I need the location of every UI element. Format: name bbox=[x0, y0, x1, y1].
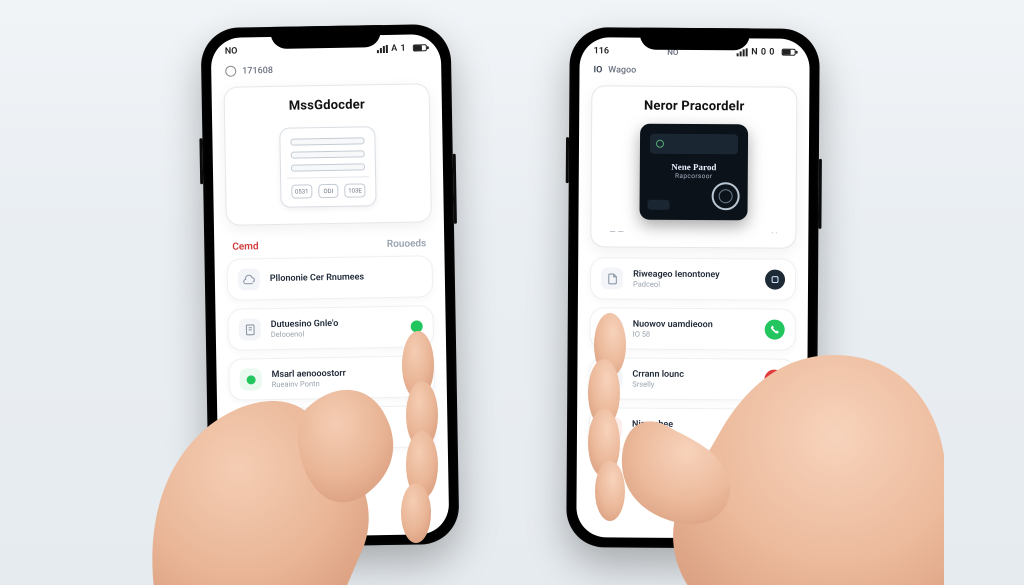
list-item-text: Nimochee Lamoen bbox=[632, 419, 754, 439]
hero-foot-right: · · bbox=[771, 229, 777, 238]
screen-right: 116 NO N 0 0 IO Wagoo Neror Pracordelr N… bbox=[576, 37, 809, 539]
device-top-strip bbox=[650, 134, 738, 155]
notch bbox=[270, 25, 380, 49]
battery-icon bbox=[413, 44, 427, 51]
screen-left: NO A 1 171608 MssGdocder 0531 ODI 103 bbox=[211, 34, 450, 538]
subheader: 171608 bbox=[211, 62, 441, 81]
list-item-title: Pllononie Cer Rnumees bbox=[270, 271, 422, 284]
list-item-sub: Padceol bbox=[633, 279, 755, 289]
list-item[interactable]: Nimochee Lamoen ✓ bbox=[589, 407, 795, 450]
list-item-title: Nuowov uamdieoon bbox=[633, 319, 755, 330]
hero-footer: — — · · bbox=[605, 227, 781, 237]
list-item[interactable]: Pllononie Cer Rnumees bbox=[227, 255, 434, 301]
recording-list: Riweageo Ienontoney Padceol Nuowov uamdi… bbox=[577, 257, 808, 451]
clock-icon bbox=[600, 367, 622, 389]
list-item-sub: Delooenol bbox=[271, 327, 401, 338]
signal-icon bbox=[376, 45, 388, 53]
form-knob-row: 0531 ODI 103E bbox=[291, 183, 365, 198]
hero-foot-left: — — bbox=[609, 227, 624, 236]
device-dial-icon bbox=[712, 182, 740, 210]
form-line bbox=[291, 150, 365, 158]
hero-title: MssGdocder bbox=[239, 96, 415, 114]
list-item-sub: Srselly bbox=[632, 379, 754, 389]
status-dot-green bbox=[411, 320, 423, 332]
list-item-text: Riweageo Ienontoney Padceol bbox=[633, 269, 755, 289]
list-item-sub: Rueainv Pontn bbox=[272, 377, 394, 388]
status-indicators: N 0 0 bbox=[736, 47, 795, 57]
accept-button[interactable]: ✓ bbox=[764, 419, 784, 439]
list-item-text: Crecedorer Grcuebin bbox=[272, 417, 402, 438]
cloud-icon bbox=[238, 268, 260, 290]
dot-red-icon bbox=[600, 417, 622, 439]
list-item[interactable]: Msarl aenooostorr Rueainv Pontn bbox=[228, 355, 435, 401]
status-indicators: A 1 bbox=[376, 43, 427, 54]
hero-title: Neror Pracordelr bbox=[606, 98, 782, 114]
status-time: 116 bbox=[594, 46, 610, 56]
list-item-text: Nuowov uamdieoon IO 58 bbox=[633, 319, 755, 339]
list-item-text: Msarl aenooostorr Rueainv Pontn bbox=[271, 367, 393, 388]
device-chip-icon bbox=[648, 200, 670, 210]
form-knob: 103E bbox=[345, 183, 366, 197]
hero-card: MssGdocder 0531 ODI 103E bbox=[224, 83, 432, 226]
form-line bbox=[291, 163, 365, 171]
bars-icon bbox=[601, 317, 623, 339]
subheader-num: IO bbox=[593, 65, 602, 75]
hero-device-icon: Nene Parod Rapcorsoor bbox=[639, 124, 748, 221]
list-item-text: Dutuesino Gnle'o Delooenol bbox=[271, 317, 401, 338]
list-item[interactable]: Nuowov uamdieoon IO 58 bbox=[590, 307, 796, 350]
list-item-title: Nimochee bbox=[632, 419, 754, 430]
note-icon bbox=[239, 318, 261, 340]
status-right-text: N 0 0 bbox=[751, 47, 775, 57]
hero-form-icon: 0531 ODI 103E bbox=[279, 126, 376, 208]
form-knob: 0531 bbox=[291, 184, 312, 198]
list-item-text: Crrann lounc Srselly bbox=[632, 369, 754, 389]
list-item-sub: IO 58 bbox=[633, 329, 755, 339]
status-time: NO bbox=[225, 47, 238, 57]
list-item[interactable]: Crrann lounc Srselly ● bbox=[589, 357, 795, 400]
tab-record[interactable]: Cemd bbox=[232, 241, 258, 252]
phone-left: NO A 1 171608 MssGdocder 0531 ODI 103 bbox=[200, 24, 459, 548]
subheader-text: 171608 bbox=[242, 65, 273, 76]
list-item-title: Riweageo Ienontoney bbox=[633, 269, 755, 280]
doc-icon bbox=[601, 267, 623, 289]
list-item-sub: Lamoen bbox=[632, 429, 754, 439]
list-item[interactable]: Crecedorer Grcuebin bbox=[229, 405, 436, 451]
hero-card: Neror Pracordelr Nene Parod Rapcorsoor —… bbox=[590, 85, 797, 248]
list-item-sub: Grcuebin bbox=[272, 427, 402, 438]
subheader-dot-icon bbox=[225, 66, 236, 77]
stop-button[interactable] bbox=[403, 366, 423, 386]
list-item[interactable]: Dutuesino Gnle'o Delooenol bbox=[227, 305, 434, 351]
action-button[interactable] bbox=[765, 270, 785, 290]
subheader-text: Wagoo bbox=[608, 65, 636, 75]
list-item-text: Pllononie Cer Rnumees bbox=[270, 271, 422, 284]
subheader: IO Wagoo bbox=[579, 65, 809, 81]
dot-red-icon bbox=[240, 418, 262, 440]
phone-right: 116 NO N 0 0 IO Wagoo Neror Pracordelr N… bbox=[566, 27, 820, 549]
device-label: Nene Parod bbox=[650, 162, 738, 173]
record-button[interactable]: ● bbox=[764, 370, 784, 390]
call-button[interactable] bbox=[765, 320, 785, 340]
tab-records[interactable]: Rouoeds bbox=[387, 238, 427, 250]
battery-icon bbox=[782, 49, 796, 56]
status-dot-red bbox=[412, 420, 424, 432]
form-line bbox=[290, 137, 364, 145]
notch bbox=[640, 28, 750, 51]
recording-list: Pllononie Cer Rnumees Dutuesino Gnle'o D… bbox=[215, 255, 448, 451]
list-item[interactable]: Riweageo Ienontoney Padceol bbox=[590, 257, 796, 300]
status-right-text: A 1 bbox=[391, 44, 406, 54]
dot-green-icon bbox=[239, 368, 261, 390]
list-item-title: Crrann lounc bbox=[632, 369, 754, 380]
form-knob: ODI bbox=[318, 184, 339, 198]
